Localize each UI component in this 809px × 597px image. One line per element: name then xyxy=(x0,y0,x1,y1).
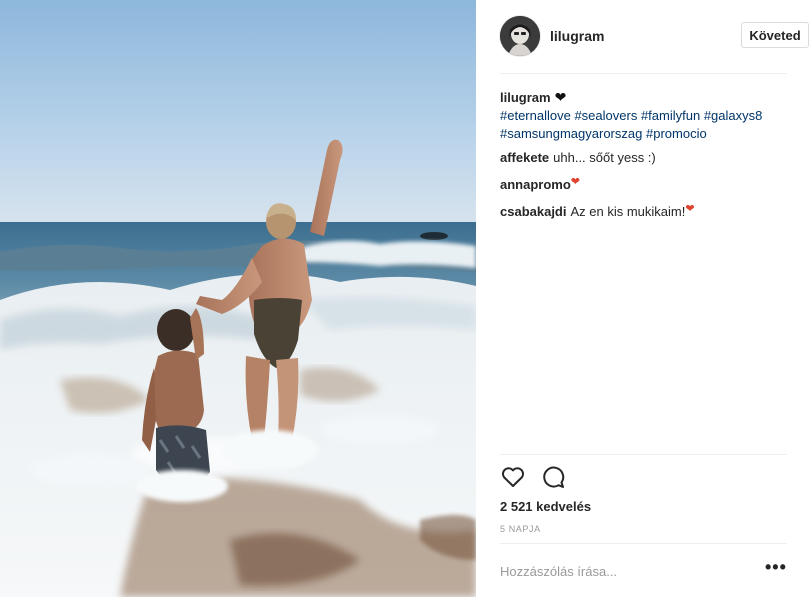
hashtag-link[interactable]: #familyfun xyxy=(641,108,700,123)
hashtag-link[interactable]: #eternallove xyxy=(500,108,571,123)
caption-username[interactable]: lilugram xyxy=(500,90,551,105)
comment-username[interactable]: csabakajdi xyxy=(500,204,567,219)
following-button[interactable]: Követed xyxy=(741,22,809,48)
avatar[interactable] xyxy=(500,16,540,56)
comment-text: uhh... sőőt yess :) xyxy=(553,150,656,165)
heart-outline-icon[interactable] xyxy=(500,464,526,490)
black-heart-emoji-icon: ❤ xyxy=(554,89,567,105)
post-author-username[interactable]: lilugram xyxy=(550,28,604,44)
caption: lilugram ❤ #eternallove #sealovers #famil… xyxy=(500,88,790,143)
comment-item: annapromo❤ xyxy=(500,173,790,194)
comments-list: lilugram ❤ #eternallove #sealovers #famil… xyxy=(500,88,790,227)
red-heart-emoji-icon: ❤ xyxy=(685,203,695,215)
comment-input[interactable] xyxy=(500,561,745,581)
beach-photo-image xyxy=(0,0,476,597)
red-heart-emoji-icon: ❤ xyxy=(570,176,581,188)
post-header: lilugram Követed xyxy=(500,16,809,56)
post-actions xyxy=(500,464,600,492)
post-timestamp[interactable]: 5 NAPJA xyxy=(500,524,541,534)
hashtag-link[interactable]: #galaxys8 xyxy=(704,108,763,123)
hashtag-link[interactable]: #sealovers xyxy=(574,108,637,123)
post-side-panel: lilugram Követed lilugram ❤ #eternallove … xyxy=(476,0,809,597)
hashtag-link[interactable]: #promocio xyxy=(646,126,707,141)
hashtag-link[interactable]: #samsungmagyarorszag xyxy=(500,126,642,141)
comment-username[interactable]: annapromo xyxy=(500,177,571,192)
comment-text: Az en kis mukikaim! xyxy=(570,204,686,219)
comment-item: affekete uhh... sőőt yess :) xyxy=(500,149,790,167)
comment-username[interactable]: affekete xyxy=(500,150,549,165)
actions-divider xyxy=(500,454,787,455)
avatar-image xyxy=(500,16,540,56)
speech-bubble-icon[interactable] xyxy=(540,464,566,490)
comment-box-divider xyxy=(500,543,787,544)
header-divider xyxy=(500,73,787,74)
ellipsis-icon[interactable]: ••• xyxy=(765,558,789,580)
post-photo[interactable] xyxy=(0,0,476,597)
likes-count[interactable]: 2 521 kedvelés xyxy=(500,499,591,514)
comment-item: csabakajdi Az en kis mukikaim!❤ xyxy=(500,200,790,221)
